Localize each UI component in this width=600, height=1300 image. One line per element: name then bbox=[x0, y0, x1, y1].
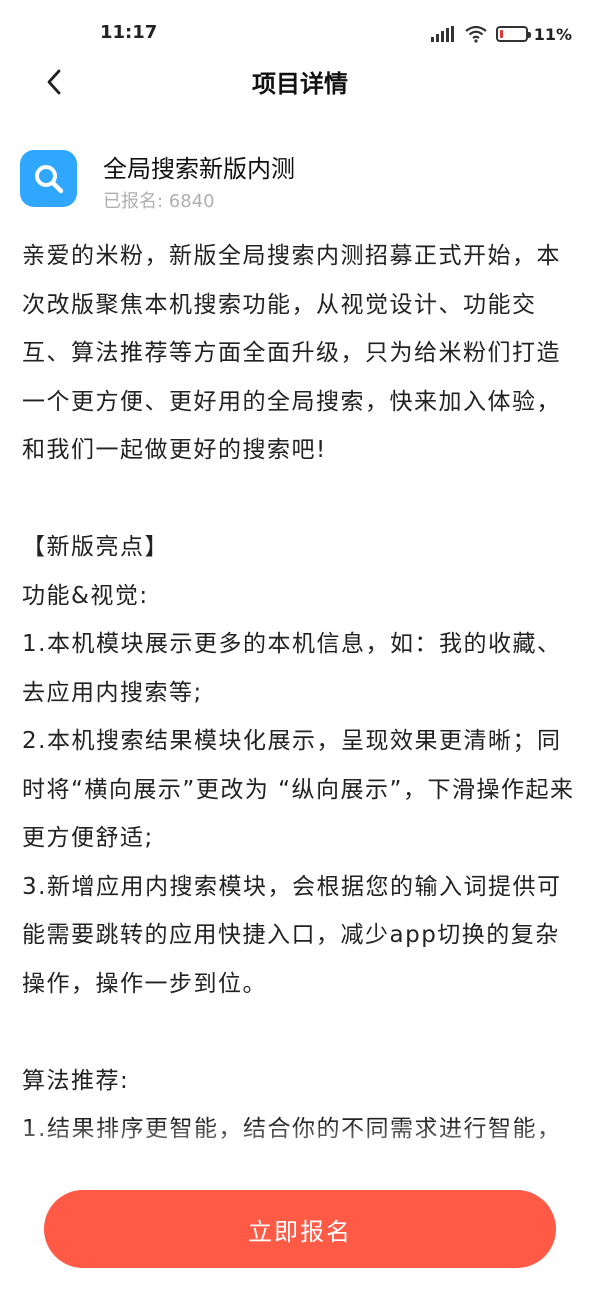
battery-level: 11% bbox=[533, 24, 572, 44]
search-icon bbox=[34, 164, 63, 193]
project-header: 全局搜索新版内测 已报名: 6840 bbox=[20, 147, 580, 212]
battery-icon bbox=[495, 26, 531, 42]
signal-icon bbox=[430, 26, 454, 42]
project-name: 全局搜索新版内测 bbox=[103, 155, 295, 183]
signup-count: 已报名: 6840 bbox=[103, 191, 215, 212]
status-icons: 11% bbox=[430, 22, 572, 46]
signup-button[interactable]: 立即报名 bbox=[44, 1190, 556, 1268]
page-title: 项目详情 bbox=[252, 70, 348, 98]
highlights-heading: 【新版亮点】 bbox=[22, 534, 169, 560]
status-bar: 11:17 11% bbox=[0, 0, 600, 64]
wifi-icon bbox=[465, 25, 487, 43]
algo-heading: 算法推荐: bbox=[22, 1067, 130, 1094]
intro-paragraph: 亲爱的米粉，新版全局搜索内测招募正式开始，本次改版聚焦本机搜索功能，从视觉设计、… bbox=[22, 243, 561, 463]
project-description: 亲爱的米粉，新版全局搜索内测招募正式开始，本次改版聚焦本机搜索功能，从视觉设计、… bbox=[22, 232, 582, 1164]
feature-item: 3.新增应用内搜索模块，会根据您的输入词提供可能需要跳转的应用快捷入口，减少ap… bbox=[22, 873, 562, 997]
feature-item: 1.本机模块展示更多的本机信息，如：我的收藏、去应用内搜索等; bbox=[22, 631, 562, 706]
feature-heading: 功能&视觉: bbox=[22, 582, 149, 609]
scroll-fade bbox=[0, 1120, 600, 1180]
status-time: 11:17 bbox=[100, 22, 158, 43]
title-bar: 项目详情 bbox=[0, 56, 600, 108]
project-app-icon bbox=[20, 150, 77, 207]
feature-item: 2.本机搜索结果模块化展示，呈现效果更清晰；同时将“横向展示”更改为 “纵向展示… bbox=[22, 728, 575, 851]
